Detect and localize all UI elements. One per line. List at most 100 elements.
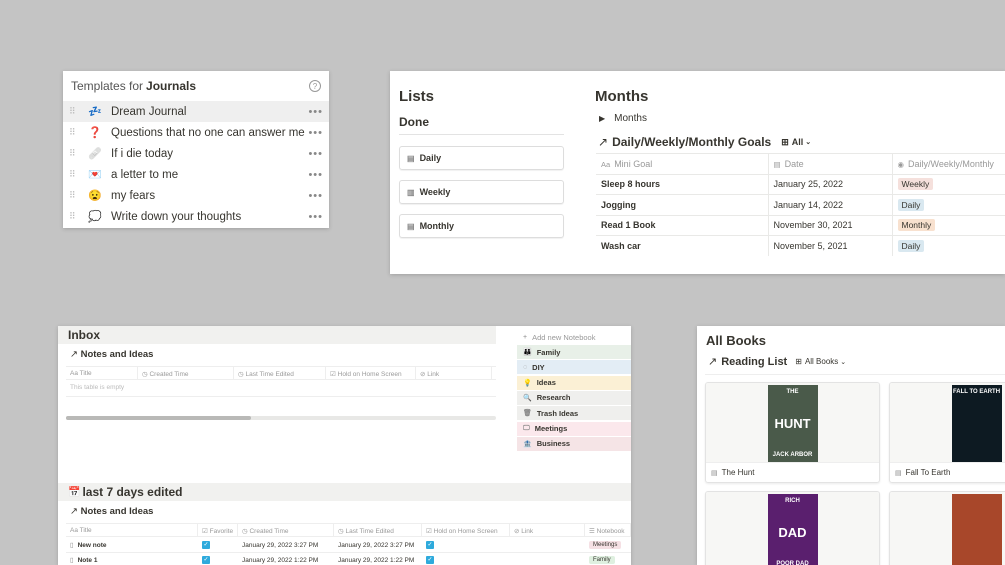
column-header[interactable]: ☰ Notebook bbox=[585, 524, 631, 536]
column-header[interactable]: ⊘ Link bbox=[510, 524, 585, 536]
drag-handle-icon[interactable]: ⠿ bbox=[69, 169, 77, 180]
notebook-trash-ideas[interactable]: 🗑 Trash Ideas bbox=[517, 406, 631, 421]
more-options-icon[interactable]: ••• bbox=[308, 106, 323, 118]
table-row[interactable]: ▯ New note ✓ January 29, 2022 3:27 PM Januar… bbox=[66, 538, 631, 553]
table-row[interactable]: Sleep 8 hours January 25, 2022 Weekly bbox=[596, 173, 1005, 195]
column-header[interactable]: ☑ Hold on Home Screen bbox=[326, 367, 416, 379]
column-header[interactable]: ◷ Last Time Edited bbox=[234, 367, 326, 379]
table-row[interactable]: Jogging January 14, 2022 Daily bbox=[596, 194, 1005, 215]
column-header[interactable]: ◷ Created Time bbox=[138, 367, 234, 379]
hold-home-cell[interactable]: ✓ bbox=[422, 538, 510, 553]
frequency-cell[interactable]: Monthly bbox=[891, 214, 1005, 236]
goal-cell[interactable]: Wash car bbox=[596, 235, 768, 256]
goal-cell[interactable]: Sleep 8 hours bbox=[596, 173, 768, 195]
created-time-cell[interactable]: January 29, 2022 1:22 PM bbox=[238, 553, 334, 565]
horizontal-scrollbar[interactable] bbox=[66, 416, 496, 420]
checkbox-checked[interactable]: ✓ bbox=[426, 556, 434, 564]
note-title: Note 1 bbox=[77, 556, 98, 564]
date-cell[interactable]: January 25, 2022 bbox=[767, 173, 892, 195]
edited-time-cell[interactable]: January 29, 2022 3:27 PM bbox=[334, 538, 422, 553]
date-cell[interactable]: January 14, 2022 bbox=[767, 194, 892, 215]
frequency-cell[interactable]: Weekly bbox=[891, 173, 1005, 195]
notebook-ideas[interactable]: 💡 Ideas bbox=[517, 375, 631, 390]
book-cover-image: THE HUNT JACK ARBOR bbox=[767, 385, 818, 462]
notes-ideas-link-1[interactable]: ↗ Notes and Ideas bbox=[70, 349, 153, 360]
more-options-icon[interactable]: ••• bbox=[308, 148, 323, 160]
months-toggle[interactable]: ▶ Months bbox=[599, 113, 647, 124]
column-header[interactable]: ⊘ Link bbox=[416, 367, 492, 379]
date-cell[interactable]: November 30, 2021 bbox=[767, 214, 892, 236]
goals-db-title[interactable]: Daily/Weekly/Monthly Goals bbox=[612, 135, 771, 149]
checkbox-checked[interactable]: ✓ bbox=[426, 541, 434, 549]
book-card[interactable]: FALL TO EARTH ▤ Fall To Earth bbox=[889, 382, 1005, 483]
notebook-diy[interactable]: ◌ DIY bbox=[517, 360, 631, 375]
drag-handle-icon[interactable]: ⠿ bbox=[69, 211, 77, 222]
list-button-daily[interactable]: ▤ Daily bbox=[399, 146, 564, 170]
column-header[interactable]: ☑ Favorite bbox=[198, 524, 238, 536]
date-cell[interactable]: November 5, 2021 bbox=[767, 235, 892, 256]
template-item[interactable]: ⠿ 💭 Write down your thoughts ••• bbox=[63, 206, 329, 227]
link-cell[interactable] bbox=[510, 538, 585, 553]
notebook-research[interactable]: 🔍 Research bbox=[517, 390, 631, 405]
book-card[interactable]: THE HUNT JACK ARBOR ▤ The Hunt bbox=[705, 382, 880, 483]
column-header[interactable]: Aa Mini Goal bbox=[596, 153, 768, 174]
drag-handle-icon[interactable]: ⠿ bbox=[69, 106, 77, 117]
template-item[interactable]: ⠿ ❓ Questions that no one can answer me ••• bbox=[63, 122, 329, 143]
table-row[interactable]: ▯ Note 1 ✓ January 29, 2022 1:22 PM January … bbox=[66, 553, 631, 565]
reading-list-title[interactable]: Reading List bbox=[721, 356, 787, 368]
table-row[interactable]: Wash car November 5, 2021 Daily bbox=[596, 235, 1005, 256]
created-time-cell[interactable]: January 29, 2022 3:27 PM bbox=[238, 538, 334, 553]
column-label: Mini Goal bbox=[614, 158, 653, 169]
note-title-cell[interactable]: ▯ New note bbox=[66, 538, 198, 553]
hold-home-cell[interactable]: ✓ bbox=[422, 553, 510, 565]
favorite-cell[interactable]: ✓ bbox=[198, 553, 238, 565]
goal-cell[interactable]: Jogging bbox=[596, 194, 768, 215]
help-icon[interactable]: ? bbox=[309, 80, 321, 92]
note-title-cell[interactable]: ▯ Note 1 bbox=[66, 553, 198, 565]
add-notebook-button[interactable]: + Add new Notebook bbox=[517, 330, 631, 344]
notebook-business[interactable]: 🏦 Business bbox=[517, 436, 631, 451]
column-header[interactable]: ▤ Date bbox=[767, 153, 892, 174]
notebook-family[interactable]: 👪 Family bbox=[517, 345, 631, 359]
column-header[interactable]: ◉ Daily/Weekly/Monthly bbox=[891, 153, 1005, 174]
scrollbar-thumb[interactable] bbox=[66, 416, 251, 420]
checkbox-checked[interactable]: ✓ bbox=[202, 541, 210, 549]
column-header[interactable]: ☑ Hold on Home Screen bbox=[422, 524, 510, 536]
favorite-cell[interactable]: ✓ bbox=[198, 538, 238, 553]
book-card[interactable]: RICH DAD POOR DAD bbox=[705, 491, 880, 565]
book-card[interactable] bbox=[889, 491, 1005, 565]
column-header[interactable]: Aa Title bbox=[66, 524, 198, 536]
template-item[interactable]: ⠿ 😧 my fears ••• bbox=[63, 185, 329, 206]
notebook-meetings[interactable]: 🖵 Meetings bbox=[517, 421, 631, 436]
checkbox-checked[interactable]: ✓ bbox=[202, 556, 210, 564]
divider bbox=[399, 134, 564, 135]
link-cell[interactable] bbox=[510, 553, 585, 565]
template-item[interactable]: ⠿ 💌 a letter to me ••• bbox=[63, 164, 329, 185]
frequency-cell[interactable]: Daily bbox=[891, 235, 1005, 256]
list-button-monthly[interactable]: ▤ Monthly bbox=[399, 214, 564, 238]
view-selector[interactable]: ⊞ All Books ⌄ bbox=[795, 357, 846, 366]
divider bbox=[705, 374, 1005, 375]
edited-time-cell[interactable]: January 29, 2022 1:22 PM bbox=[334, 553, 422, 565]
column-header[interactable]: ◷ Last Time Edited bbox=[334, 524, 422, 536]
goal-cell[interactable]: Read 1 Book bbox=[596, 214, 768, 236]
template-emoji-icon: 💭 bbox=[88, 211, 102, 223]
drag-handle-icon[interactable]: ⠿ bbox=[69, 190, 77, 201]
view-selector[interactable]: ⊞ All ⌄ bbox=[781, 137, 811, 148]
column-header[interactable]: ◷ Created Time bbox=[238, 524, 334, 536]
template-item[interactable]: ⠿ 🩹 If i die today ••• bbox=[63, 143, 329, 164]
table-row[interactable]: Read 1 Book November 30, 2021 Monthly bbox=[596, 214, 1005, 236]
notebook-cell[interactable]: Family bbox=[585, 553, 631, 565]
more-options-icon[interactable]: ••• bbox=[308, 127, 323, 139]
more-options-icon[interactable]: ••• bbox=[308, 169, 323, 181]
drag-handle-icon[interactable]: ⠿ bbox=[69, 127, 77, 138]
more-options-icon[interactable]: ••• bbox=[308, 190, 323, 202]
more-options-icon[interactable]: ••• bbox=[308, 211, 323, 223]
column-header[interactable]: Aa Title bbox=[66, 367, 138, 379]
notes-ideas-link-2[interactable]: ↗ Notes and Ideas bbox=[70, 506, 153, 517]
notebook-cell[interactable]: Meetings bbox=[585, 538, 631, 553]
frequency-cell[interactable]: Daily bbox=[891, 194, 1005, 215]
list-button-weekly[interactable]: ▥ Weekly bbox=[399, 180, 564, 204]
drag-handle-icon[interactable]: ⠿ bbox=[69, 148, 77, 159]
template-item[interactable]: ⠿ 💤 Dream Journal ••• bbox=[63, 101, 329, 122]
